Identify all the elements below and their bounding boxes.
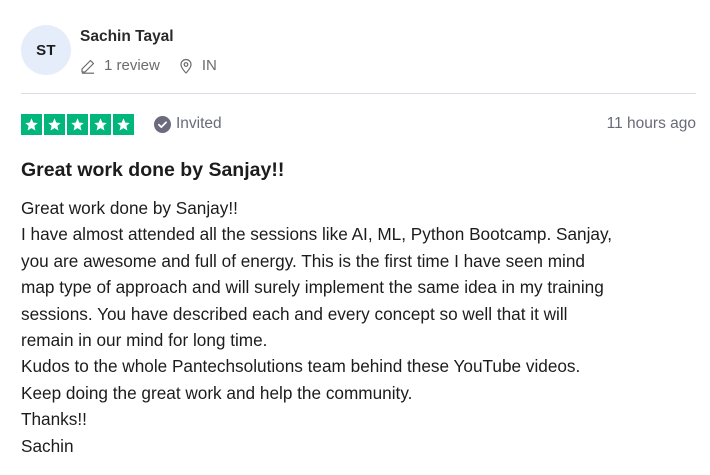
star-icon	[21, 113, 42, 135]
review-line: you are awesome and full of energy. This…	[21, 250, 585, 271]
review-line: remain in our mind for long time.	[21, 330, 268, 351]
review-line: Keep doing the great work and help the c…	[21, 382, 413, 403]
check-circle-icon	[154, 115, 171, 133]
location-pin-icon	[180, 58, 192, 74]
star-icon	[90, 113, 111, 135]
pencil-icon	[81, 59, 95, 74]
reviewer-meta: 1 review IN	[80, 56, 217, 76]
reviewer-info: Sachin Tayal 1 review IN	[80, 27, 217, 76]
review-text: Great work done by Sanjay!! I have almost…	[21, 195, 706, 459]
review-line: sessions. You have described each and ev…	[21, 303, 568, 324]
star-icon	[113, 113, 134, 135]
reviewer-header: ST Sachin Tayal 1 review IN	[21, 25, 217, 76]
avatar[interactable]: ST	[21, 25, 71, 75]
review-count-label: 1 review	[104, 57, 160, 74]
review-count: 1 review	[80, 56, 160, 76]
review-line: Thanks!!	[21, 409, 87, 430]
divider	[21, 93, 696, 94]
reviewer-name[interactable]: Sachin Tayal	[80, 27, 217, 47]
review-line: Kudos to the whole Pantechsolutions team…	[21, 356, 581, 377]
invited-badge[interactable]: Invited	[154, 115, 222, 133]
invited-label: Invited	[176, 115, 222, 132]
rating-row: Invited 11 hours ago	[21, 113, 696, 135]
star-rating	[21, 113, 136, 135]
country-label: IN	[201, 57, 217, 74]
review-line: Sachin	[21, 435, 74, 456]
reviewer-location: IN	[178, 56, 217, 76]
review-title[interactable]: Great work done by Sanjay!!	[21, 157, 284, 183]
review-line: Great work done by Sanjay!!	[21, 198, 238, 218]
star-icon	[44, 113, 65, 135]
review-card: ST Sachin Tayal 1 review IN Invited 11 h…	[0, 0, 710, 475]
review-line: map type of approach and will surely imp…	[21, 277, 604, 298]
review-time: 11 hours ago	[606, 115, 696, 132]
star-icon	[67, 113, 88, 135]
review-line: I have almost attended all the sessions …	[21, 224, 613, 245]
